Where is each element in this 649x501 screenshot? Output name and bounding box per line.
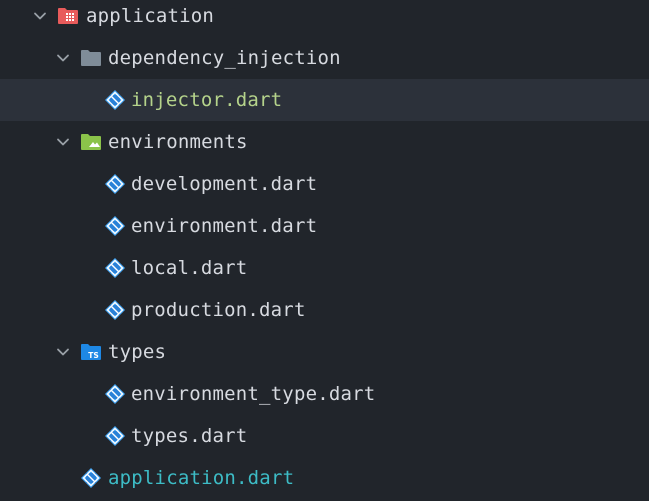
tree-item-label: types — [108, 341, 167, 363]
tree-item-dependency-injection[interactable]: dependency_injection — [0, 37, 649, 79]
tree-item-production-dart[interactable]: production.dart — [0, 289, 649, 331]
tree-item-development-dart[interactable]: development.dart — [0, 163, 649, 205]
typescript-folder-icon: TS — [80, 341, 102, 363]
tree-item-application-dart[interactable]: application.dart — [0, 457, 649, 499]
tree-item-label: environment.dart — [131, 215, 318, 237]
tree-item-label: production.dart — [131, 299, 306, 321]
tree-item-label: types.dart — [131, 425, 248, 447]
dart-file-icon — [104, 257, 126, 279]
tree-item-label: application — [86, 5, 215, 27]
tree-item-environment-dart[interactable]: environment.dart — [0, 205, 649, 247]
tree-item-label: dependency_injection — [108, 47, 341, 69]
folder-icon — [80, 47, 102, 69]
dart-file-icon — [104, 173, 126, 195]
app-folder-icon — [57, 5, 79, 27]
tree-item-environments[interactable]: environments — [0, 121, 649, 163]
chevron-down-icon[interactable] — [56, 345, 70, 359]
chevron-down-icon[interactable] — [56, 51, 70, 65]
tree-item-application[interactable]: application — [0, 0, 649, 37]
tree-item-label: environment_type.dart — [131, 383, 376, 405]
dart-file-icon — [104, 425, 126, 447]
dart-file-icon — [104, 215, 126, 237]
dart-file-icon — [104, 299, 126, 321]
dart-file-icon — [104, 89, 126, 111]
tree-item-label: injector.dart — [131, 89, 283, 111]
dart-file-icon — [80, 467, 102, 489]
tree-item-label: environments — [108, 131, 248, 153]
tree-item-types[interactable]: TS types — [0, 331, 649, 373]
svg-text:TS: TS — [88, 351, 99, 360]
file-tree: application dependency_injection injecto… — [0, 0, 649, 496]
tree-item-types-dart[interactable]: types.dart — [0, 415, 649, 457]
chevron-down-icon[interactable] — [33, 9, 47, 23]
chevron-down-icon[interactable] — [56, 135, 70, 149]
tree-item-environment-type-dart[interactable]: environment_type.dart — [0, 373, 649, 415]
tree-item-label: application.dart — [108, 467, 295, 489]
dart-file-icon — [104, 383, 126, 405]
tree-item-injector-dart[interactable]: injector.dart — [0, 79, 649, 121]
tree-item-label: local.dart — [131, 257, 248, 279]
tree-item-local-dart[interactable]: local.dart — [0, 247, 649, 289]
environment-folder-icon — [80, 131, 102, 153]
tree-item-label: development.dart — [131, 173, 318, 195]
